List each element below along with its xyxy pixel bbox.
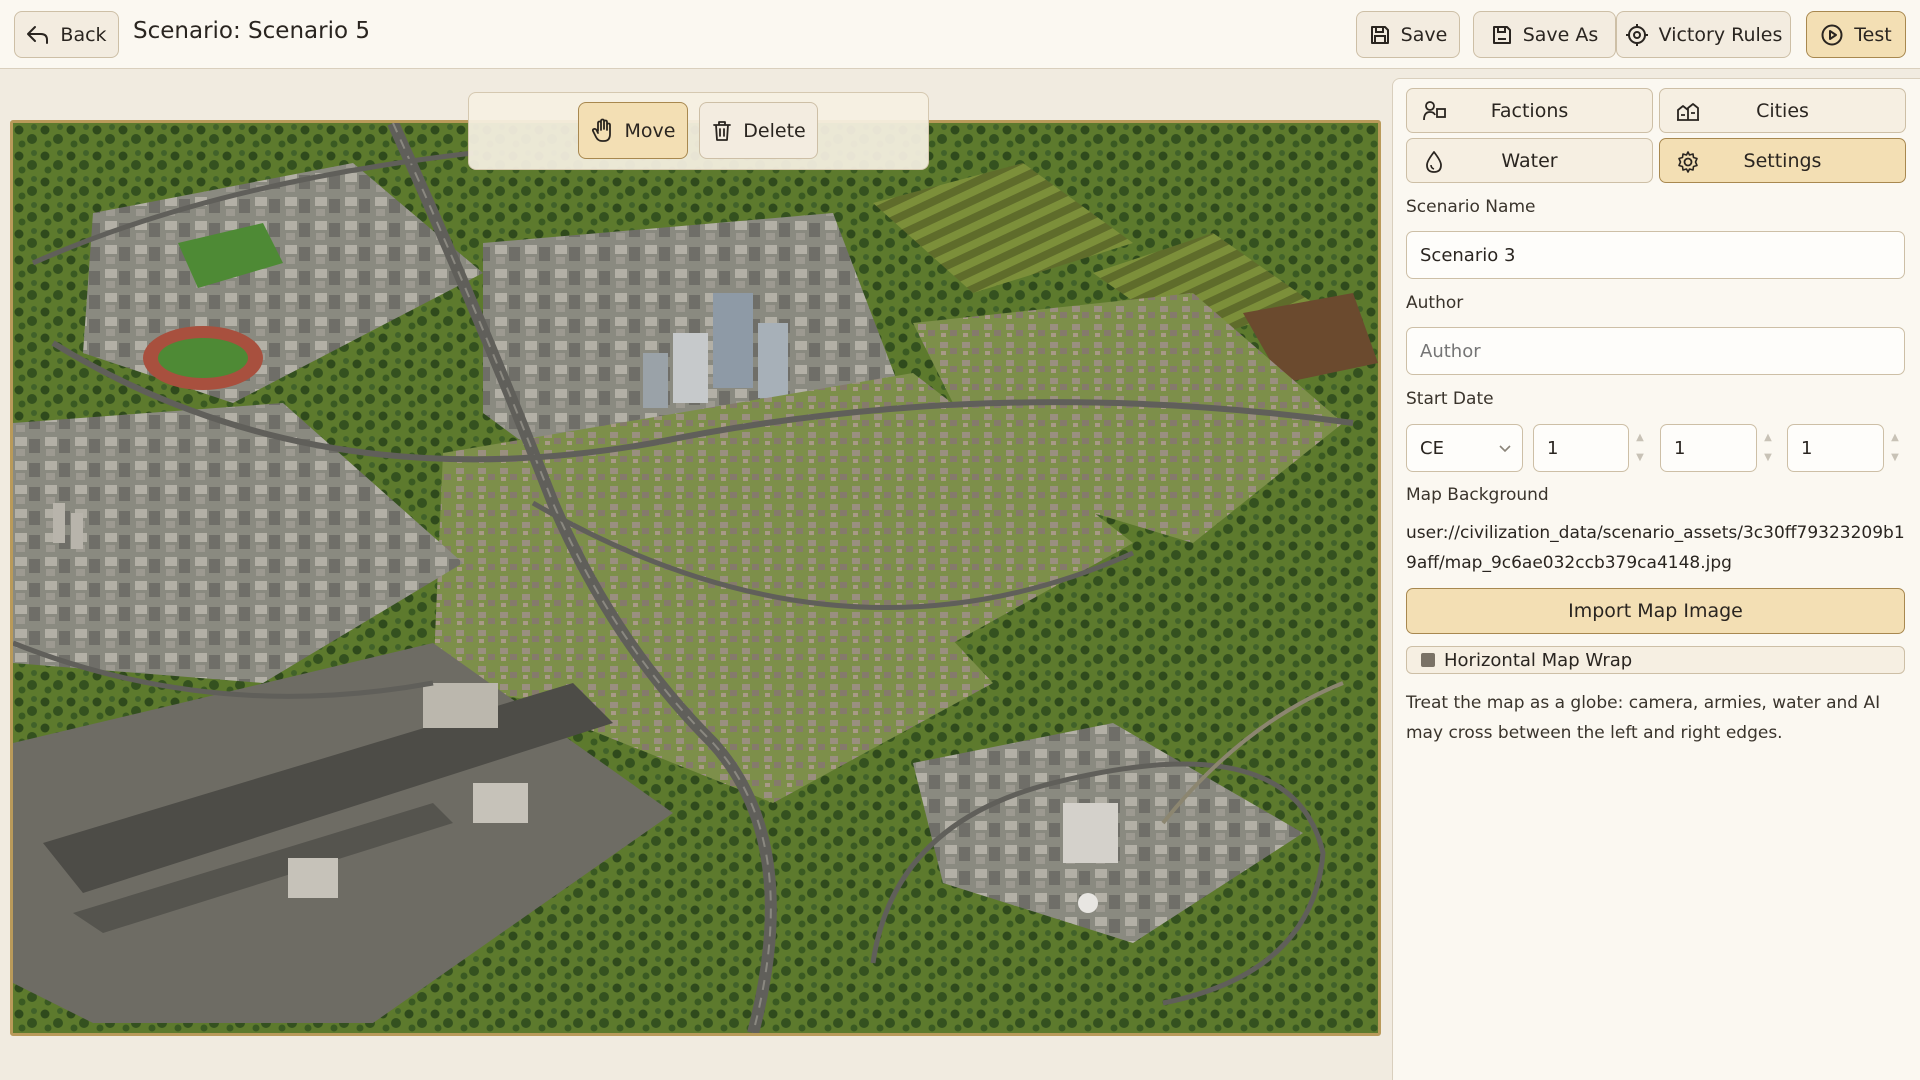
hand-icon <box>591 118 611 142</box>
trash-icon <box>713 120 732 141</box>
chevron-down-icon <box>1499 445 1511 453</box>
save-as-button-label: Save As <box>1522 23 1599 46</box>
tab-water[interactable]: Water <box>1406 138 1653 183</box>
tab-factions[interactable]: Factions <box>1406 88 1653 133</box>
tab-water-label: Water <box>1501 149 1558 172</box>
horizontal-map-wrap-label: Horizontal Map Wrap <box>1444 649 1633 671</box>
save-button-label: Save <box>1400 23 1448 46</box>
delete-tool-label: Delete <box>743 119 806 142</box>
move-tool-label: Move <box>624 119 676 142</box>
save-button[interactable]: Save <box>1356 11 1460 58</box>
tab-cities-label: Cities <box>1756 99 1809 122</box>
page-title: Scenario: Scenario 5 <box>133 18 370 44</box>
scenario-name-input[interactable] <box>1406 231 1905 279</box>
start-year-input[interactable] <box>1533 424 1629 472</box>
factions-icon <box>1423 101 1446 121</box>
map-background-image <box>13 123 1378 1033</box>
scenario-name-label: Scenario Name <box>1406 197 1536 217</box>
delete-tool-button[interactable]: Delete <box>699 102 818 159</box>
victory-rules-button[interactable]: Victory Rules <box>1616 11 1791 58</box>
save-as-button[interactable]: Save As <box>1473 11 1616 58</box>
era-select-value: CE <box>1420 437 1444 459</box>
save-icon <box>1370 25 1389 44</box>
horizontal-map-wrap-toggle[interactable]: Horizontal Map Wrap <box>1406 646 1905 674</box>
tab-factions-label: Factions <box>1490 99 1569 122</box>
settings-panel <box>1392 78 1920 1080</box>
back-button-label: Back <box>60 23 107 46</box>
start-date-label: Start Date <box>1406 389 1494 409</box>
victory-rules-button-label: Victory Rules <box>1658 23 1783 46</box>
tab-cities[interactable]: Cities <box>1659 88 1906 133</box>
test-button-label: Test <box>1854 23 1892 46</box>
top-bar: Back Scenario: Scenario 5 Save Save As V… <box>0 0 1920 69</box>
import-map-image-label: Import Map Image <box>1568 600 1743 622</box>
target-icon <box>1625 23 1648 46</box>
author-label: Author <box>1406 293 1464 313</box>
author-input[interactable] <box>1406 327 1905 375</box>
start-month-input[interactable] <box>1660 424 1757 472</box>
test-button[interactable]: Test <box>1806 11 1906 58</box>
map-canvas[interactable] <box>10 120 1381 1036</box>
play-circle-icon <box>1821 24 1843 45</box>
tab-settings-label: Settings <box>1743 149 1822 172</box>
map-background-path: user://civilization_data/scenario_assets… <box>1406 523 1905 573</box>
horizontal-map-wrap-checkbox[interactable] <box>1421 653 1435 667</box>
back-button[interactable]: Back <box>14 11 119 58</box>
map-background-label: Map Background <box>1406 485 1549 505</box>
import-map-image-button[interactable]: Import Map Image <box>1406 588 1905 634</box>
move-tool-button[interactable]: Move <box>578 102 688 159</box>
start-year-spinner[interactable]: ▲ ▼ <box>1633 428 1647 468</box>
start-month-spinner[interactable]: ▲ ▼ <box>1761 428 1775 468</box>
start-day-input[interactable] <box>1787 424 1884 472</box>
map-tool-toolbar: Move Delete <box>468 92 929 170</box>
water-drop-icon <box>1426 151 1442 173</box>
gear-icon <box>1678 151 1698 173</box>
horizontal-map-wrap-description: Treat the map as a globe: camera, armies… <box>1406 693 1881 743</box>
cities-icon <box>1677 103 1699 121</box>
start-day-spinner[interactable]: ▲ ▼ <box>1888 428 1902 468</box>
arrow-left-icon <box>27 25 49 44</box>
era-select[interactable]: CE <box>1406 424 1523 472</box>
tab-settings[interactable]: Settings <box>1659 138 1906 183</box>
save-as-icon <box>1492 25 1511 44</box>
